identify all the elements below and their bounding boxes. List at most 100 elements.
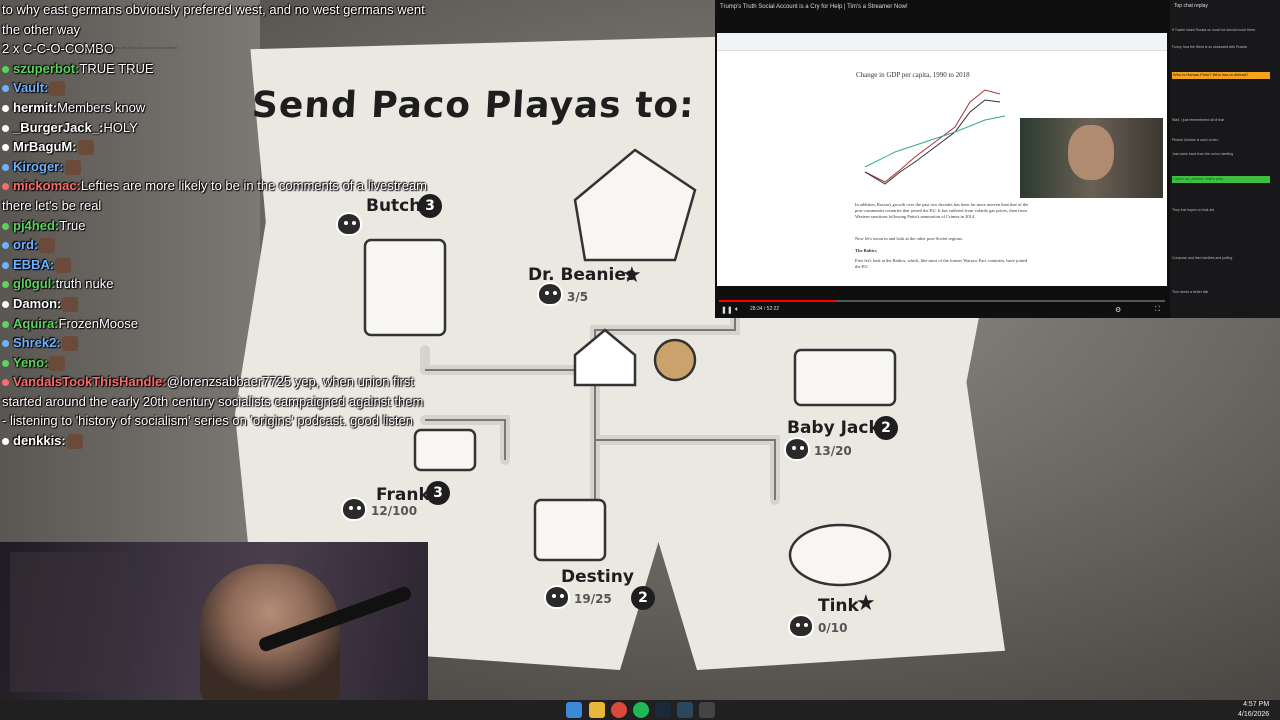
chrome-icon[interactable] (611, 702, 627, 718)
chat-message: 2 x C-C-O-COMBO (0, 39, 430, 59)
chat-message: to why east germans obviously prefered w… (0, 0, 430, 39)
explorer-icon[interactable] (589, 702, 605, 718)
paco-character (653, 338, 697, 382)
badge-icon (2, 359, 9, 367)
star-icon: ★ (622, 262, 642, 287)
badge-icon (2, 340, 9, 348)
article-chart (864, 89, 1006, 185)
chat-username[interactable]: Damon: (13, 296, 61, 311)
volume-icon[interactable]: 🔈︎ (735, 306, 739, 314)
settings-icon[interactable]: ⚙ (1115, 306, 1121, 314)
chat-text: FrozenMoose (58, 315, 138, 331)
chat-username[interactable]: szuperbot: (13, 61, 79, 76)
chat-message: MrBaguM: (0, 137, 430, 157)
location-baby-jack-badge: 2 (874, 416, 898, 440)
chat-text: Members know (57, 99, 146, 115)
chat-message: gl0gul:truth nuke (0, 274, 430, 294)
badge-icon (2, 379, 9, 387)
chat-message: Aquira:FrozenMoose (0, 314, 430, 334)
chat-username[interactable]: Shrek2: (13, 335, 61, 350)
chat-text: HOLY (103, 119, 138, 135)
chat-username[interactable]: VandalsTookThisHandle: (13, 374, 167, 389)
chat-username[interactable]: MrBaguM: (13, 139, 77, 154)
chat-username[interactable]: hermit: (13, 100, 57, 115)
article-paragraph: First let's look at the Baltics, which, … (855, 258, 1028, 269)
badge-icon (2, 300, 9, 308)
chat-message: EBBA: (0, 255, 430, 275)
chat-username[interactable]: Vault: (13, 80, 48, 95)
chat-message: denkkis: (0, 431, 430, 451)
chat-message: If Tucker loses Russia so much he should… (1172, 28, 1257, 32)
chat-overlay: to why east germans obviously prefered w… (0, 0, 430, 545)
chat-message: Shrek2: (0, 333, 430, 353)
background-shelf (10, 552, 130, 692)
location-destiny-count: 19/25 (574, 592, 612, 606)
emote-icon (55, 257, 72, 273)
chat-message: pj4hed:True (0, 216, 430, 236)
chat-message: mickomac:Lefties are more likely to be i… (0, 176, 430, 215)
location-baby-jack-name[interactable]: Baby Jack (787, 418, 880, 438)
article-heading: The Baltics (855, 248, 877, 253)
address-bar[interactable]: noahpinion.blog/p/how-are-the-post-sovie… (80, 45, 181, 50)
chat-message: Compose and then families and pulling (1172, 256, 1233, 260)
chat-username[interactable]: Yeno: (13, 355, 48, 370)
chat-username[interactable]: pj4hed: (13, 218, 59, 233)
video-title: Trump's Truth Social Account is a Cry fo… (720, 4, 908, 10)
badge-icon (2, 65, 9, 73)
steam-icon[interactable] (677, 702, 693, 718)
paco-icon (544, 585, 570, 609)
start-icon[interactable] (566, 702, 582, 718)
badge-icon (2, 85, 9, 93)
chat-message: Damon: (0, 294, 430, 314)
emote-icon (39, 238, 56, 254)
highlighted-message: Who is Hamas Pinto? Who has to defend? (1172, 72, 1270, 79)
emote-icon (49, 355, 66, 371)
tink-building (788, 523, 892, 587)
emote-icon (49, 81, 66, 97)
chat-header[interactable]: Top chat replay (1174, 3, 1208, 9)
chat-username[interactable]: denkkis: (13, 433, 66, 448)
badge-icon (2, 320, 9, 328)
chat-message: hermit:Members know (0, 98, 430, 118)
chat-message: szuperbot:TRUE TRUE (0, 59, 430, 79)
chat-message: Please Ukraine is such a hero (1172, 138, 1219, 142)
pause-icon[interactable]: ❚❚ (721, 306, 733, 314)
badge-icon (2, 242, 9, 250)
babyjack-building (793, 348, 897, 407)
chat-username[interactable]: ord: (13, 237, 38, 252)
chat-message: Vault: (0, 78, 430, 98)
game-icon[interactable] (699, 702, 715, 718)
chat-username[interactable]: mickomac: (13, 178, 81, 193)
highlighted-message: Come on, please, that's why (1172, 176, 1270, 183)
emote-icon (62, 296, 79, 312)
clock[interactable]: 4:57 PM 4/16/2026 (1238, 700, 1269, 720)
article-paragraph: Now let's zoom in and look at the other … (855, 236, 963, 241)
chat-message: This needs a better title (1172, 290, 1209, 294)
chat-text: truth nuke (55, 276, 114, 292)
location-tink-name[interactable]: Tink (818, 596, 859, 616)
paco-icon (537, 282, 563, 306)
chat-text: TRUE TRUE (79, 60, 154, 76)
emote-icon (77, 140, 94, 156)
chat-username[interactable]: Aquira: (13, 316, 59, 331)
destiny-building (533, 498, 607, 562)
home-house (573, 328, 637, 387)
chat-text: True (59, 217, 86, 233)
chat-message: VandalsTookThisHandle:@lorenzsabbaer7725… (0, 372, 430, 431)
location-destiny-name[interactable]: Destiny (561, 567, 634, 587)
browser-toolbar (717, 33, 1167, 51)
chat-username[interactable]: _BurgerJack_: (13, 120, 103, 135)
chat-message: ord: (0, 235, 430, 255)
chat-username[interactable]: EBBA: (13, 257, 54, 272)
chat-message: _BurgerJack_:HOLY (0, 118, 430, 138)
beanies-house (573, 148, 697, 262)
fullscreen-icon[interactable]: ⛶ (1155, 306, 1160, 314)
location-baby-jack-count: 13/20 (814, 444, 852, 458)
chat-username[interactable]: gl0gul: (13, 276, 56, 291)
location-tink-count: 0/10 (818, 621, 848, 635)
steam-icon[interactable] (655, 702, 671, 718)
spotify-icon[interactable] (633, 702, 649, 718)
chat-username[interactable]: Kiroger: (13, 159, 64, 174)
chat-message: They lost hopes on that aid (1172, 208, 1215, 212)
emote-icon (61, 336, 78, 352)
